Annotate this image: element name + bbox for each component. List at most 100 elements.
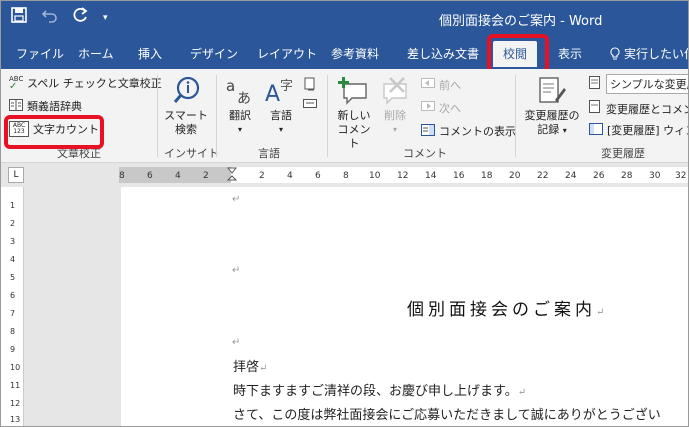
- document-heading[interactable]: 個別面接会のご案内↵: [407, 295, 604, 320]
- paragraph-mark: ↵: [596, 307, 605, 318]
- ruler-tick: 5: [10, 273, 16, 282]
- document-line[interactable]: 時下ますますご清祥の段、お慶び申し上げます。↵: [233, 380, 526, 399]
- dropdown-arrow-icon: ▾: [278, 125, 283, 134]
- ruler-tick: 12: [10, 399, 21, 408]
- ruler-tick: 30: [649, 171, 661, 181]
- ruler-tick: 18: [481, 171, 493, 181]
- quick-access-toolbar: ▾: [11, 7, 108, 29]
- ruler-tick: 1: [10, 201, 16, 210]
- language-option-b[interactable]: [303, 97, 317, 112]
- next-comment-icon: [421, 100, 435, 116]
- track-changes-button[interactable]: 変更履歴の 記録 ▾: [519, 75, 585, 138]
- ruler-tick: 8: [343, 171, 349, 181]
- group-separator: [157, 75, 158, 157]
- language-button[interactable]: A字 言語 ▾: [261, 75, 301, 137]
- svg-text:a: a: [226, 77, 235, 95]
- group-separator: [515, 75, 516, 157]
- reviewing-pane-button[interactable]: [変更履歴] ウィン: [589, 122, 688, 138]
- word-window: ▾ 個別面接会のご案内 - Word ファイル ホーム 挿入 デザイン レイアウ…: [0, 0, 689, 427]
- thesaurus-icon: [9, 98, 23, 114]
- tab-layout[interactable]: レイアウト: [257, 45, 317, 62]
- ruler-tick: 13: [10, 415, 21, 424]
- group-label-comments: コメント: [403, 147, 447, 160]
- previous-comment-button[interactable]: 前へ: [421, 77, 461, 93]
- language-option-a[interactable]: [303, 77, 317, 94]
- ruler-bar: L 8 6 4 2 2 4 6 8 10 12 14 16 18 20 22 2…: [1, 163, 688, 187]
- dropdown-arrow-icon: ▾: [562, 126, 567, 135]
- ruler-tick: 8: [10, 327, 16, 336]
- ruler-tick: 28: [621, 171, 633, 181]
- ruler-tick: 2: [259, 171, 265, 181]
- svg-text:あ: あ: [237, 91, 251, 106]
- translate-button[interactable]: aあ 翻訳 ▾: [221, 75, 259, 137]
- ruler-tick: 20: [509, 171, 521, 181]
- new-comment-button[interactable]: 新しい コメント: [333, 75, 375, 151]
- ruler-tick: 26: [593, 171, 605, 181]
- ruler-tick: 32: [675, 171, 687, 181]
- dropdown-arrow-icon: ▾: [392, 125, 397, 134]
- tab-insert[interactable]: 挿入: [138, 45, 162, 62]
- dropdown-arrow-icon: ▾: [237, 125, 242, 134]
- ruler-tick: 6: [147, 171, 153, 181]
- vertical-ruler[interactable]: 1 2 3 4 5 6 7 8 9 10 11 12 13: [7, 187, 24, 426]
- paragraph-mark: ↵: [259, 363, 268, 374]
- ruler-tick: 9: [10, 345, 16, 354]
- document-line[interactable]: さて、この度は弊社面接会にご応募いただきまして誠にありがとうござい: [233, 404, 661, 423]
- tab-file[interactable]: ファイル: [16, 45, 64, 62]
- show-comments-icon: [421, 123, 435, 139]
- smart-lookup-button[interactable]: スマート 検索: [163, 75, 209, 137]
- track-changes-icon: [536, 75, 568, 107]
- show-comments-button[interactable]: コメントの表示: [421, 123, 516, 139]
- lightbulb-icon: [610, 47, 620, 60]
- delete-comment-button[interactable]: 削除 ▾: [377, 75, 413, 137]
- spelling-grammar-button[interactable]: ABC ✓ スペル チェックと文章校正: [9, 75, 162, 91]
- word-count-highlight: [4, 115, 104, 149]
- ruler-tick: 16: [453, 171, 465, 181]
- ruler-tick: 6: [10, 291, 16, 300]
- keyboard-icon: [303, 97, 317, 112]
- ruler-tick: 8: [119, 171, 125, 181]
- tab-mailings[interactable]: 差し込み文書: [407, 45, 479, 62]
- svg-text:A: A: [265, 82, 280, 106]
- show-markup-button[interactable]: 変更履歴とコメン: [589, 100, 688, 117]
- tab-references[interactable]: 参考資料: [331, 45, 379, 62]
- paragraph-mark: ↵: [232, 194, 241, 205]
- ribbon-review: ABC ✓ スペル チェックと文章校正 類義語辞典 ABC 123 文字カウント 文…: [1, 69, 688, 163]
- spell-check-icon: ABC ✓: [9, 74, 24, 92]
- ruler-tick: 4: [287, 171, 293, 181]
- ruler-tick: 4: [10, 255, 16, 264]
- next-comment-button[interactable]: 次へ: [421, 100, 461, 116]
- text-direction-icon: [303, 77, 317, 94]
- customize-qat-icon[interactable]: ▾: [103, 8, 108, 28]
- horizontal-ruler[interactable]: 8 6 4 2 2 4 6 8 10 12 14 16 18 20 22 24 …: [119, 167, 688, 183]
- new-comment-icon: [338, 75, 370, 107]
- ruler-tick: 11: [10, 381, 21, 390]
- thesaurus-button[interactable]: 類義語辞典: [9, 98, 82, 114]
- group-separator: [216, 75, 217, 157]
- ruler-tick: 7: [10, 309, 16, 318]
- window-title: 個別面接会のご案内 - Word: [439, 14, 603, 29]
- group-label-insights: インサイト: [164, 147, 219, 160]
- show-markup-icon: [589, 100, 602, 117]
- undo-icon[interactable]: [41, 7, 59, 29]
- ruler-tick: 2: [203, 171, 209, 181]
- indent-marker-icon[interactable]: [227, 167, 237, 183]
- ruler-tick: 14: [425, 171, 437, 181]
- reviewing-pane-icon: [589, 122, 603, 138]
- ruler-tick: 24: [565, 171, 577, 181]
- smart-lookup-icon: [170, 75, 202, 107]
- tab-home[interactable]: ホーム: [78, 45, 114, 62]
- redo-icon[interactable]: [73, 7, 89, 29]
- tab-selector[interactable]: L: [8, 167, 24, 183]
- display-for-review-select[interactable]: シンプルな変更履: [589, 74, 688, 94]
- previous-comment-icon: [421, 77, 435, 93]
- tab-view[interactable]: 表示: [558, 45, 582, 62]
- tell-me-box[interactable]: 実行したい作: [610, 45, 688, 62]
- ruler-tick: 22: [537, 171, 549, 181]
- group-label-tracking: 変更履歴: [601, 147, 645, 160]
- ruler-tick: 10: [10, 363, 21, 372]
- tab-design[interactable]: デザイン: [190, 45, 238, 62]
- document-line[interactable]: 拝啓↵: [233, 356, 267, 375]
- save-icon[interactable]: [11, 7, 27, 29]
- paragraph-mark: ↵: [517, 387, 527, 398]
